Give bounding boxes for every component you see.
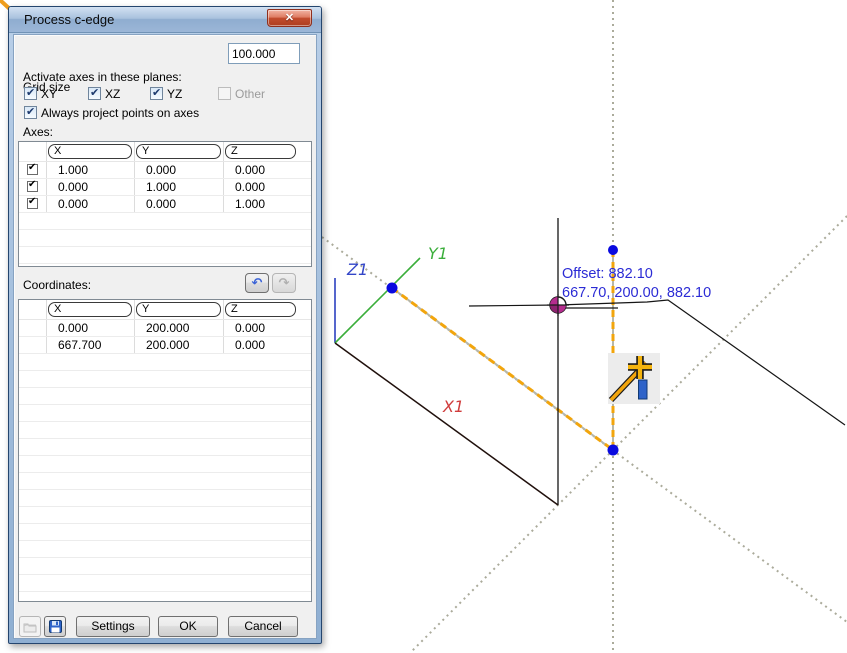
- axes-header-z[interactable]: Z: [225, 144, 296, 159]
- coordinates-cell: 667.700: [46, 337, 134, 353]
- coordinates-table-row[interactable]: 0.000 200.000 0.000: [19, 320, 311, 337]
- redo-button[interactable]: ↷: [272, 273, 296, 293]
- checkbox-project-points[interactable]: [24, 106, 37, 119]
- open-folder-icon: [23, 621, 37, 633]
- axes-cell: 1.000: [134, 179, 223, 195]
- snap-tool-cursor-icon: [608, 353, 660, 404]
- axes-cell: 0.000: [223, 179, 311, 195]
- cancel-button[interactable]: Cancel: [228, 616, 298, 637]
- axes-cell: 1.000: [223, 196, 311, 212]
- checkbox-xz[interactable]: [88, 87, 101, 100]
- undo-icon: ↶: [252, 277, 263, 290]
- axes-table-header: X Y Z: [19, 142, 311, 162]
- checkbox-xy-label: XY: [41, 87, 57, 101]
- point-handle-top[interactable]: [608, 245, 618, 255]
- grid-size-input[interactable]: [228, 43, 300, 64]
- open-file-button[interactable]: [19, 616, 41, 637]
- point-handle-bottom[interactable]: [608, 445, 619, 456]
- redo-icon: ↷: [279, 277, 290, 290]
- axes-row-checkbox[interactable]: [27, 198, 38, 209]
- axes-row-checkbox[interactable]: [27, 164, 38, 175]
- dialog-body: Grid size Activate axes in these planes:…: [13, 34, 317, 639]
- app-screenshot: { "window": { "title": "Process c-edge",…: [0, 0, 847, 653]
- close-icon: ✕: [285, 12, 294, 24]
- axes-cell: 0.000: [46, 179, 134, 195]
- checkbox-xy[interactable]: [24, 87, 37, 100]
- axis-y-label: Y1: [428, 244, 448, 263]
- axes-header-y[interactable]: Y: [136, 144, 221, 159]
- coordinates-table-header: X Y Z: [19, 300, 311, 320]
- coordinates-table: X Y Z 0.000 200.000 0.000 667.700 200.00…: [18, 299, 312, 602]
- axes-cell: 1.000: [46, 162, 134, 178]
- axes-table-row[interactable]: 0.000 1.000 0.000: [19, 179, 311, 196]
- offset-annotation-line1: Offset: 882.10: [562, 266, 653, 282]
- offset-annotation-line2: 667.70, 200.00, 882.10: [562, 285, 711, 301]
- coordinates-cell: 0.000: [223, 337, 311, 353]
- coordinates-table-row[interactable]: 667.700 200.000 0.000: [19, 337, 311, 354]
- checkbox-yz-label: YZ: [167, 87, 182, 101]
- coordinates-header-z[interactable]: Z: [225, 302, 296, 317]
- coordinates-table-empty-rows: [19, 354, 311, 601]
- checkbox-xz-label: XZ: [105, 87, 120, 101]
- axis-z-label: Z1: [346, 260, 368, 279]
- window-titlebar[interactable]: Process c-edge ✕: [9, 7, 321, 33]
- axes-cell: 0.000: [134, 196, 223, 212]
- coordinates-cell: 0.000: [46, 320, 134, 336]
- axes-table: X Y Z 1.000 0.000 0.000 0.000 1.000 0.00…: [18, 141, 312, 267]
- axes-table-row[interactable]: 1.000 0.000 0.000: [19, 162, 311, 179]
- point-handle-start[interactable]: [387, 283, 398, 294]
- axis-x-line: [335, 343, 558, 505]
- highlight-segment-diagonal: [392, 288, 613, 450]
- coordinates-cell: 200.000: [134, 320, 223, 336]
- axes-header-x[interactable]: X: [48, 144, 132, 159]
- window-title: Process c-edge: [24, 12, 114, 27]
- checkbox-other[interactable]: [218, 87, 231, 100]
- coordinates-cell: 200.000: [134, 337, 223, 353]
- coordinates-header-x[interactable]: X: [48, 302, 132, 317]
- save-floppy-icon: [49, 620, 62, 633]
- save-button[interactable]: [44, 616, 66, 637]
- close-button[interactable]: ✕: [267, 9, 312, 27]
- axes-table-empty-rows: [19, 213, 311, 266]
- settings-button[interactable]: Settings: [76, 616, 150, 637]
- process-c-edge-window: Process c-edge ✕ Grid size Activate axes…: [8, 6, 322, 644]
- axes-cell: 0.000: [223, 162, 311, 178]
- axes-cell: 0.000: [134, 162, 223, 178]
- undo-button[interactable]: ↶: [245, 273, 269, 293]
- planes-label: Activate axes in these planes:: [23, 70, 182, 84]
- ok-button[interactable]: OK: [158, 616, 218, 637]
- coordinates-header-y[interactable]: Y: [136, 302, 221, 317]
- axes-cell: 0.000: [46, 196, 134, 212]
- axis-x-label: X1: [442, 397, 464, 416]
- axes-table-row[interactable]: 0.000 0.000 1.000: [19, 196, 311, 213]
- coordinates-label: Coordinates:: [23, 278, 91, 292]
- coordinates-cell: 0.000: [223, 320, 311, 336]
- axes-row-checkbox[interactable]: [27, 181, 38, 192]
- axes-label: Axes:: [23, 125, 53, 139]
- checkbox-project-points-label: Always project points on axes: [41, 106, 199, 120]
- checkbox-other-label: Other: [235, 87, 265, 101]
- checkbox-yz[interactable]: [150, 87, 163, 100]
